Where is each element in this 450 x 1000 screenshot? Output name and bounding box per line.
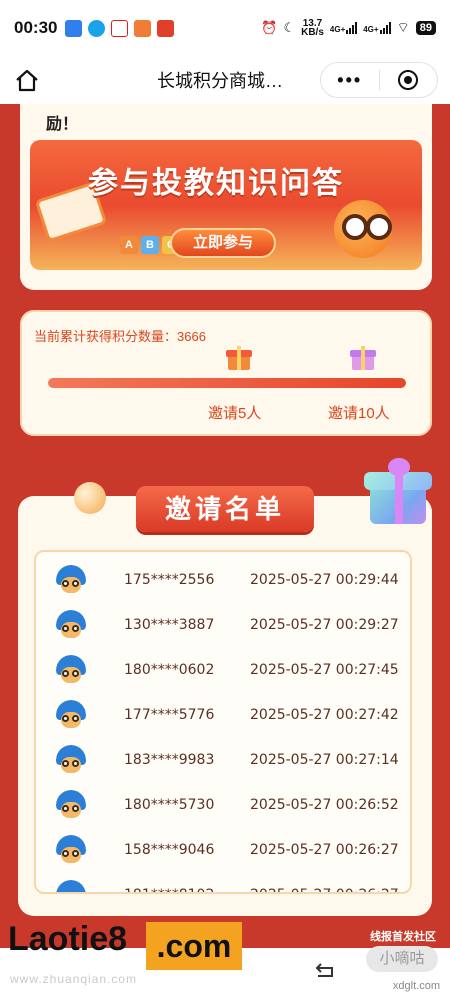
quiz-banner[interactable]: 参与投教知识问答 A B C 立即参与 [30, 140, 422, 270]
decorative-orb-icon [74, 482, 106, 514]
site-sub-watermark: www.zhuanqian.com [10, 972, 138, 986]
invitee-phone: 181****8102 [124, 887, 214, 892]
net-speed: 13.7 KB/s [301, 19, 324, 38]
signal-2: 4G+ [363, 22, 391, 34]
battery-indicator: 89 [415, 21, 436, 35]
invite-row: 180****5730 2025-05-27 00:26:52 [36, 783, 410, 827]
signal-bars-2-icon [379, 22, 391, 34]
gift-5-icon[interactable] [226, 346, 252, 372]
banner-title: 参与投教知识问答 [88, 167, 344, 200]
alarm-icon: ⏰ [261, 20, 278, 35]
join-now-button[interactable]: 立即参与 [170, 228, 276, 258]
close-target-icon [398, 70, 419, 90]
app-news-icon [157, 19, 175, 37]
invite-row: 158****9046 2025-05-27 00:26:27 [36, 828, 410, 872]
milestone-10-label: 邀请10人 [328, 405, 390, 422]
invite-time: 2025-05-27 00:29:27 [250, 617, 399, 633]
invite-list-title: 邀请名单 [136, 486, 314, 532]
invitee-phone: 175****2556 [124, 572, 215, 588]
invite-progress-fill [48, 378, 406, 388]
qq-icon [88, 19, 106, 37]
points-summary: 当前累计获得积分数量：3666 [34, 326, 206, 345]
gift-box-icon [364, 458, 434, 528]
avatar [56, 655, 86, 685]
moon-icon: ☾ [283, 20, 296, 35]
status-right: ⏰ ☾ 13.7 KB/s 4G+ 4G+ ⌔ 89 [261, 19, 436, 38]
invitee-phone: 158****9046 [124, 842, 215, 858]
invite-time: 2025-05-27 00:29:44 [250, 572, 399, 588]
invite-time: 2025-05-27 00:27:42 [250, 707, 399, 723]
invite-list-card: 邀请名单 175****2556 2025-05-27 00:29:44 130**… [18, 458, 432, 916]
site-logo-watermark: Laotie8 [8, 920, 128, 958]
avatar [56, 835, 86, 865]
invite-time: 2025-05-27 00:27:14 [250, 752, 399, 768]
invite-row: 177****5776 2025-05-27 00:27:42 [36, 693, 410, 737]
milestone-5-label: 邀请5人 [208, 405, 262, 422]
avatar [56, 565, 86, 595]
invite-row: 180****0602 2025-05-27 00:27:45 [36, 648, 410, 692]
signal-1: 4G+ [329, 22, 358, 34]
back-icon[interactable] [314, 962, 336, 978]
invitee-phone: 180****0602 [124, 662, 215, 678]
invite-time: 2025-05-27 00:26:52 [250, 797, 399, 813]
invitee-phone: 130****3887 [124, 617, 215, 633]
app-cat-icon [134, 19, 152, 37]
net-type-1: 4G+ [329, 25, 346, 34]
block-a: A [120, 236, 138, 254]
domain-watermark: xdglt.com [392, 980, 440, 992]
status-time: 00:30 [14, 18, 58, 37]
avatar [56, 700, 86, 730]
block-b: B [141, 236, 159, 254]
invite-row: 183****9983 2025-05-27 00:27:14 [36, 738, 410, 782]
site-logo-suffix: .com [146, 922, 242, 970]
points-card: 当前累计获得积分数量：3666 邀请5人 邀请10人 [20, 310, 432, 436]
mail-icon [111, 19, 129, 37]
invite-time: 2025-05-27 00:26:27 [250, 887, 399, 892]
avatar [56, 745, 86, 775]
wifi-icon: ⌔ [396, 19, 410, 35]
gift-10-icon[interactable] [350, 346, 376, 372]
points-value: 3666 [177, 329, 206, 344]
activity-card: 励！ 参与投教知识问答 A B C 立即参与 [20, 104, 432, 290]
invite-list[interactable]: 175****2556 2025-05-27 00:29:44 130****388… [34, 550, 412, 894]
invitee-phone: 180****5730 [124, 797, 215, 813]
avatar [56, 880, 86, 892]
badge-watermark: 小嘀咕 [366, 946, 438, 972]
avatar [56, 790, 86, 820]
mascot-icon [334, 200, 392, 258]
invitee-phone: 183****9983 [124, 752, 215, 768]
activity-text: 励！ [46, 116, 79, 133]
net-speed-unit: KB/s [301, 27, 324, 38]
invitee-phone: 177****5776 [124, 707, 215, 723]
invite-row: 130****3887 2025-05-27 00:29:27 [36, 603, 410, 647]
close-mini-program-button[interactable] [379, 70, 437, 90]
invite-time: 2025-05-27 00:26:27 [250, 842, 399, 858]
app-notification-icon [65, 19, 83, 37]
invite-progress-bar [48, 378, 406, 388]
status-bar: 00:30 ⏰ ☾ 13.7 KB/s 4G+ 4G+ ⌔ 89 [0, 0, 450, 56]
invite-row: 181****8102 2025-05-27 00:26:27 [36, 873, 410, 892]
invite-time: 2025-05-27 00:27:45 [250, 662, 399, 678]
points-label: 当前累计获得积分数量： [34, 329, 178, 344]
mini-program-capsule: ••• [320, 62, 438, 98]
mini-program-title-bar: 长城积分商城… ••• [0, 56, 450, 104]
watermark-label: 线报首发社区 [370, 931, 436, 943]
invite-row: 175****2556 2025-05-27 00:29:44 [36, 558, 410, 602]
signal-bars-1-icon [346, 22, 358, 34]
net-type-2: 4G+ [363, 25, 379, 34]
more-menu-button[interactable]: ••• [321, 70, 379, 91]
avatar [56, 610, 86, 640]
